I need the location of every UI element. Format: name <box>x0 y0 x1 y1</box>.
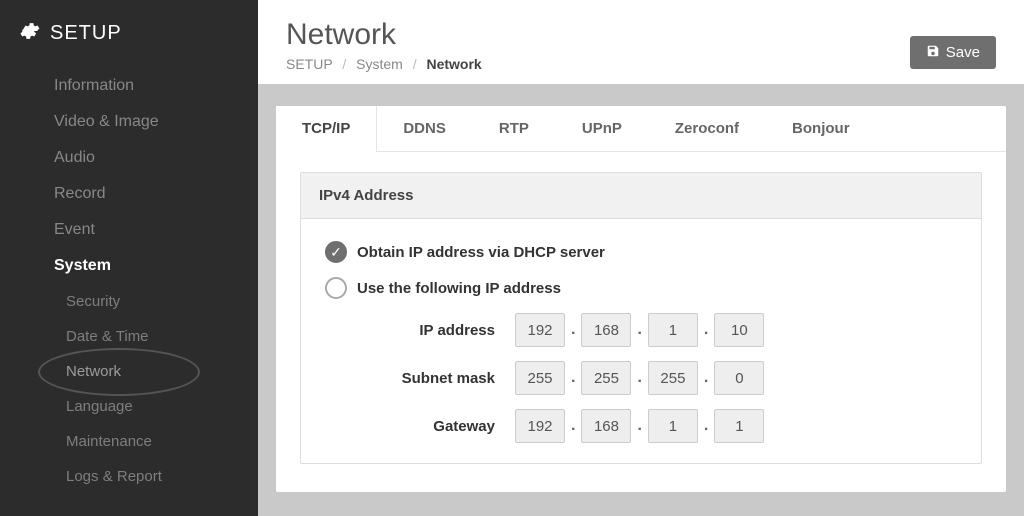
sidebar-title: SETUP <box>50 22 122 45</box>
dot-icon: . <box>569 321 577 339</box>
dot-icon: . <box>635 321 643 339</box>
tab-label: DDNS <box>403 120 446 137</box>
ipv4-section-body: Obtain IP address via DHCP server Use th… <box>301 219 981 463</box>
content: TCP/IP DDNS RTP UPnP Zeroconf Bonjour IP… <box>258 84 1024 514</box>
sidebar-item-date-time[interactable]: Date & Time <box>0 319 258 354</box>
dot-icon: . <box>702 369 710 387</box>
sidebar-item-maintenance[interactable]: Maintenance <box>0 424 258 459</box>
tab-panel: IPv4 Address Obtain IP address via DHCP … <box>276 152 1006 492</box>
row-subnet-mask: Subnet mask . . . <box>325 361 957 395</box>
dot-icon: . <box>702 417 710 435</box>
breadcrumb-sep: / <box>342 56 346 72</box>
sidebar-item-audio[interactable]: Audio <box>0 140 258 176</box>
sidebar-item-label: Date & Time <box>66 328 149 345</box>
breadcrumb-sep: / <box>413 56 417 72</box>
sidebar-item-information[interactable]: Information <box>0 68 258 104</box>
dot-icon: . <box>569 369 577 387</box>
tab-tcpip[interactable]: TCP/IP <box>276 106 377 151</box>
ip-octet-1[interactable] <box>515 313 565 347</box>
subnet-octet-1[interactable] <box>515 361 565 395</box>
tab-label: Zeroconf <box>675 120 739 137</box>
label-ip-address: IP address <box>325 322 515 339</box>
label-gateway: Gateway <box>325 418 515 435</box>
page-title: Network <box>286 18 482 52</box>
sidebar-item-label: Logs & Report <box>66 468 162 485</box>
sidebar-item-system[interactable]: System <box>0 248 258 284</box>
tab-label: TCP/IP <box>302 120 350 137</box>
tab-bonjour[interactable]: Bonjour <box>766 106 877 151</box>
radio-static-label: Use the following IP address <box>357 280 561 297</box>
dot-icon: . <box>635 417 643 435</box>
dot-icon: . <box>635 369 643 387</box>
dot-icon: . <box>569 417 577 435</box>
ip-octet-2[interactable] <box>581 313 631 347</box>
radio-static[interactable]: Use the following IP address <box>325 277 957 299</box>
sidebar-item-language[interactable]: Language <box>0 389 258 424</box>
sidebar-item-security[interactable]: Security <box>0 284 258 319</box>
radio-dhcp[interactable]: Obtain IP address via DHCP server <box>325 241 957 263</box>
dot-icon: . <box>702 321 710 339</box>
sidebar-item-label: Audio <box>54 149 95 166</box>
radio-dhcp-label: Obtain IP address via DHCP server <box>357 244 605 261</box>
sidebar-item-logs-report[interactable]: Logs & Report <box>0 459 258 494</box>
save-button[interactable]: Save <box>910 36 996 69</box>
tab-rtp[interactable]: RTP <box>473 106 556 151</box>
header: Network SETUP / System / Network Save <box>258 0 1024 84</box>
ipv4-section-title: IPv4 Address <box>301 173 981 219</box>
breadcrumb: SETUP / System / Network <box>286 56 482 72</box>
sidebar-item-label: Information <box>54 77 134 94</box>
subnet-octet-4[interactable] <box>714 361 764 395</box>
sidebar: SETUP Information Video & Image Audio Re… <box>0 0 258 516</box>
sidebar-item-label: Security <box>66 293 120 310</box>
subnet-octet-3[interactable] <box>648 361 698 395</box>
tab-upnp[interactable]: UPnP <box>556 106 649 151</box>
ip-octet-4[interactable] <box>714 313 764 347</box>
sidebar-item-label: Record <box>54 185 106 202</box>
sidebar-item-record[interactable]: Record <box>0 176 258 212</box>
tab-label: UPnP <box>582 120 622 137</box>
gateway-octet-4[interactable] <box>714 409 764 443</box>
sidebar-brand: SETUP <box>0 10 258 68</box>
ip-address-group: . . . <box>515 313 764 347</box>
gears-icon <box>18 20 40 46</box>
label-subnet-mask: Subnet mask <box>325 370 515 387</box>
radio-static-indicator <box>325 277 347 299</box>
sidebar-item-video-image[interactable]: Video & Image <box>0 104 258 140</box>
tab-label: RTP <box>499 120 529 137</box>
tab-zeroconf[interactable]: Zeroconf <box>649 106 766 151</box>
tabs: TCP/IP DDNS RTP UPnP Zeroconf Bonjour <box>276 106 1006 152</box>
ipv4-section: IPv4 Address Obtain IP address via DHCP … <box>300 172 982 464</box>
sidebar-item-label: Language <box>66 398 133 415</box>
save-button-label: Save <box>946 44 980 61</box>
sidebar-item-event[interactable]: Event <box>0 212 258 248</box>
sidebar-item-network[interactable]: Network <box>0 354 258 389</box>
breadcrumb-item[interactable]: System <box>356 56 403 72</box>
gateway-octet-2[interactable] <box>581 409 631 443</box>
row-gateway: Gateway . . . <box>325 409 957 443</box>
subnet-mask-group: . . . <box>515 361 764 395</box>
sidebar-item-label: Event <box>54 221 95 238</box>
row-ip-address: IP address . . . <box>325 313 957 347</box>
save-icon <box>926 44 940 61</box>
breadcrumb-item-current: Network <box>426 56 481 72</box>
breadcrumb-item[interactable]: SETUP <box>286 56 332 72</box>
header-left: Network SETUP / System / Network <box>286 18 482 72</box>
subnet-octet-2[interactable] <box>581 361 631 395</box>
tab-ddns[interactable]: DDNS <box>377 106 473 151</box>
radio-dhcp-indicator <box>325 241 347 263</box>
sidebar-item-label: System <box>54 257 111 274</box>
sidebar-item-label: Maintenance <box>66 433 152 450</box>
tab-label: Bonjour <box>792 120 850 137</box>
gateway-group: . . . <box>515 409 764 443</box>
tab-card: TCP/IP DDNS RTP UPnP Zeroconf Bonjour IP… <box>276 106 1006 492</box>
main: Network SETUP / System / Network Save TC… <box>258 0 1024 516</box>
sidebar-item-label: Video & Image <box>54 113 159 130</box>
ip-octet-3[interactable] <box>648 313 698 347</box>
sidebar-item-label: Network <box>66 363 121 380</box>
gateway-octet-1[interactable] <box>515 409 565 443</box>
gateway-octet-3[interactable] <box>648 409 698 443</box>
